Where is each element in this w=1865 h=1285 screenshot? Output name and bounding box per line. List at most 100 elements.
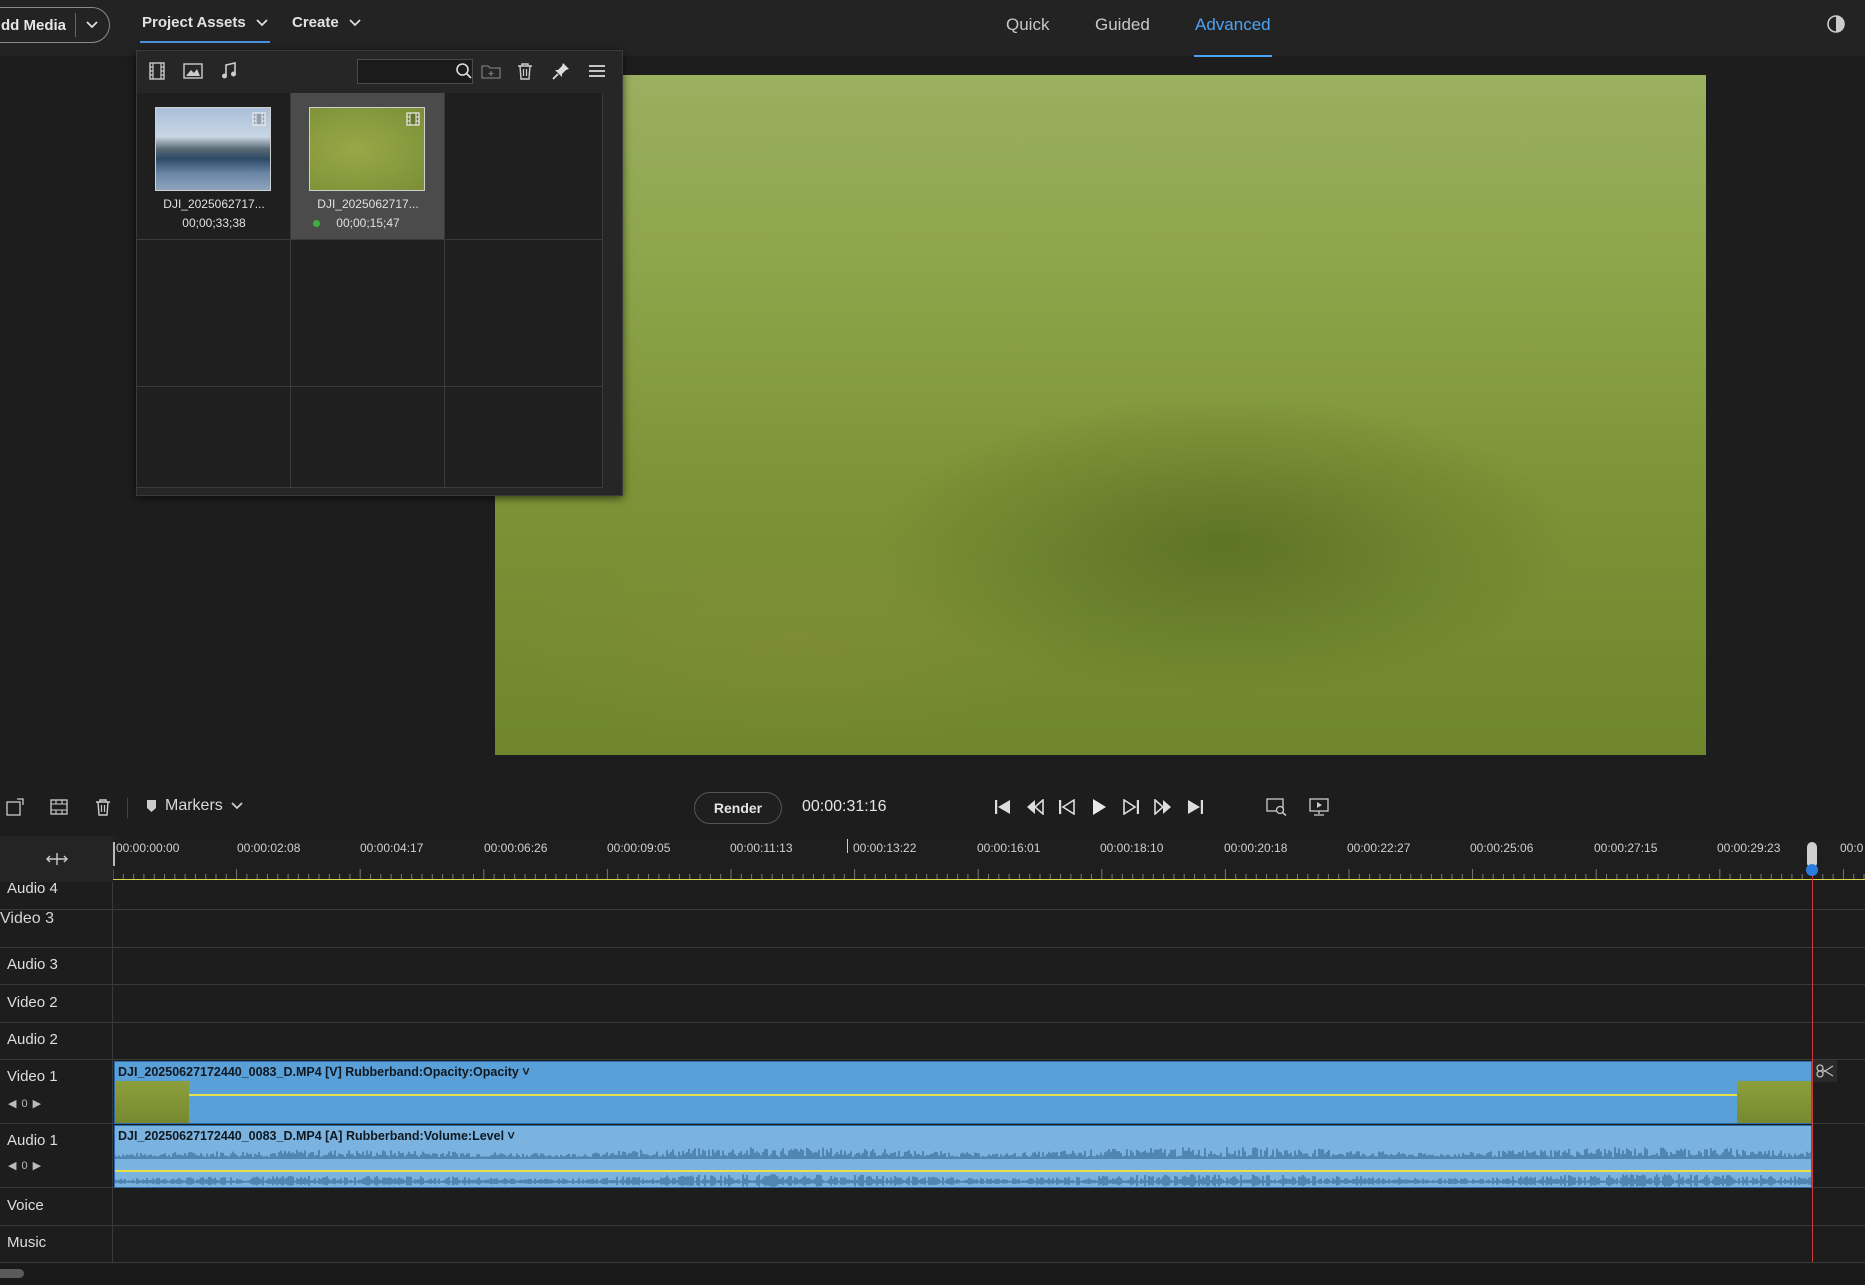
go-to-end-icon[interactable] xyxy=(1183,795,1207,819)
audio-waveform xyxy=(115,1147,1811,1187)
ruler-tick-label: 00:00:06:26 xyxy=(484,841,548,855)
track-header[interactable]: Video 1 ◀ 0 ▶ xyxy=(0,1060,113,1123)
ruler-tick-label: 00:00:22:27 xyxy=(1347,841,1411,855)
empty-asset-cell xyxy=(291,387,445,488)
clip-thumbnail xyxy=(115,1081,189,1123)
project-assets-label[interactable]: Project Assets xyxy=(142,14,246,31)
track-header[interactable]: Video 3 xyxy=(0,910,113,947)
toolbar-divider xyxy=(127,798,128,818)
audio-clip[interactable]: DJI_20250627172440_0083_D.MP4 [A] Rubber… xyxy=(114,1125,1812,1188)
mode-quick-tab[interactable]: Quick xyxy=(1006,15,1049,35)
theme-toggle-icon[interactable] xyxy=(1826,14,1846,34)
ruler-tick-label: 00:00:20:18 xyxy=(1224,841,1288,855)
step-forward-icon[interactable] xyxy=(1119,795,1143,819)
track-area[interactable] xyxy=(113,1226,1865,1262)
timeline-ruler[interactable]: 00:00:00:00 00:00:02:08 00:00:04:17 00:0… xyxy=(0,836,1865,882)
rewind-icon[interactable] xyxy=(1023,795,1047,819)
next-keyframe-icon[interactable]: ▶ xyxy=(33,1159,41,1172)
track-header[interactable]: Music xyxy=(0,1226,113,1262)
preview-monitor[interactable] xyxy=(495,75,1706,755)
play-icon[interactable] xyxy=(1087,795,1111,819)
prev-keyframe-icon[interactable]: ◀ xyxy=(8,1159,16,1172)
delete-icon[interactable] xyxy=(514,60,536,82)
create-label[interactable]: Create xyxy=(292,14,339,31)
video-clip-icon xyxy=(252,112,266,126)
step-back-icon[interactable] xyxy=(1055,795,1079,819)
new-folder-icon[interactable] xyxy=(480,60,502,82)
render-button[interactable]: Render xyxy=(694,792,782,824)
track-name: Audio 1 xyxy=(7,1132,58,1149)
add-media-label[interactable]: dd Media xyxy=(0,17,75,34)
add-media-button[interactable]: dd Media xyxy=(0,7,110,43)
go-to-start-icon[interactable] xyxy=(991,795,1015,819)
track-area[interactable] xyxy=(113,910,1865,947)
empty-asset-cell xyxy=(445,240,603,387)
empty-asset-cell xyxy=(445,387,603,488)
ruler-tick-label: 00:00:11:13 xyxy=(730,841,793,855)
full-screen-preview-icon[interactable] xyxy=(1307,795,1331,819)
ruler-corner[interactable] xyxy=(0,836,113,882)
track-header[interactable]: Video 2 xyxy=(0,985,113,1022)
video-clip[interactable]: DJI_20250627172440_0083_D.MP4 [V] Rubber… xyxy=(114,1061,1812,1124)
audio-filter-icon[interactable] xyxy=(218,60,240,82)
project-assets-menu[interactable]: Project Assets xyxy=(140,14,270,43)
track-area[interactable] xyxy=(113,1188,1865,1225)
track-name: Video 3 xyxy=(0,910,54,927)
expand-tracks-icon[interactable] xyxy=(45,852,68,866)
fast-forward-icon[interactable] xyxy=(1151,795,1175,819)
volume-rubberband[interactable] xyxy=(115,1170,1811,1172)
track-area[interactable] xyxy=(113,1023,1865,1059)
asset-duration: 00;00;15;47 xyxy=(336,216,400,230)
current-timecode[interactable]: 00:00:31:16 xyxy=(802,798,887,816)
video-filter-icon[interactable] xyxy=(146,60,168,82)
search-icon[interactable] xyxy=(455,62,473,80)
timeline-tracks: Audio 4 Video 3 Audio 3 Video 2 Audio 2 … xyxy=(0,880,1865,1263)
asset-item[interactable]: DJI_2025062717... 00;00;15;47 xyxy=(291,93,445,240)
chevron-down-icon xyxy=(231,802,243,810)
asset-item[interactable]: DJI_2025062717... 00;00;33;38 xyxy=(137,93,291,240)
create-menu[interactable]: Create xyxy=(292,14,361,31)
delete-clip-icon[interactable] xyxy=(91,795,115,819)
track-area[interactable] xyxy=(113,948,1865,984)
keyframe-control[interactable]: ◀ 0 ▶ xyxy=(8,1097,41,1111)
in-point-marker[interactable] xyxy=(113,842,115,866)
track-area[interactable] xyxy=(113,882,1865,909)
mode-guided-tab[interactable]: Guided xyxy=(1095,15,1150,35)
mode-advanced-tab[interactable]: Advanced xyxy=(1194,15,1272,57)
ruler-tick-label: 00:00:25:06 xyxy=(1470,841,1534,855)
track-name: Audio 3 xyxy=(7,956,58,973)
opacity-rubberband[interactable] xyxy=(115,1094,1811,1096)
pin-icon[interactable] xyxy=(550,60,572,82)
zoom-to-fit-icon[interactable] xyxy=(1265,795,1289,819)
asset-duration: 00;00;33;38 xyxy=(182,216,246,230)
preview-shading xyxy=(495,525,1095,755)
marker-icon xyxy=(146,799,157,813)
markers-label[interactable]: Markers xyxy=(165,797,223,815)
next-keyframe-icon[interactable]: ▶ xyxy=(33,1097,41,1110)
markers-menu[interactable]: Markers xyxy=(146,797,243,815)
split-clip-icon[interactable] xyxy=(1813,1060,1837,1082)
scene-icon[interactable] xyxy=(47,795,71,819)
track-header[interactable]: Voice xyxy=(0,1188,113,1225)
panel-menu-icon[interactable] xyxy=(586,60,608,82)
track-header[interactable]: Audio 2 xyxy=(0,1023,113,1059)
playhead-handle[interactable] xyxy=(1804,842,1820,878)
track-area[interactable] xyxy=(113,985,1865,1022)
prev-keyframe-icon[interactable]: ◀ xyxy=(8,1097,16,1110)
clip-thumbnail xyxy=(1737,1081,1811,1123)
ruler-tick-label: 00:00:09:05 xyxy=(607,841,671,855)
scrollbar-thumb[interactable] xyxy=(0,1269,24,1278)
track-header[interactable]: Audio 4 xyxy=(0,880,113,909)
track-video-2: Video 2 xyxy=(0,985,1865,1023)
track-video-3: Video 3 xyxy=(0,910,1865,948)
image-filter-icon[interactable] xyxy=(182,60,204,82)
keyframe-value: 0 xyxy=(21,1097,28,1110)
timeline-scrollbar[interactable] xyxy=(0,1264,1865,1285)
track-header[interactable]: Audio 1 ◀ 0 ▶ xyxy=(0,1124,113,1187)
cursor-marker xyxy=(847,839,848,853)
track-header[interactable]: Audio 3 xyxy=(0,948,113,984)
new-item-icon[interactable] xyxy=(3,795,27,819)
add-media-chevron-down-icon[interactable] xyxy=(76,21,109,29)
keyframe-control[interactable]: ◀ 0 ▶ xyxy=(8,1159,41,1173)
work-area-bar[interactable] xyxy=(113,879,1865,880)
